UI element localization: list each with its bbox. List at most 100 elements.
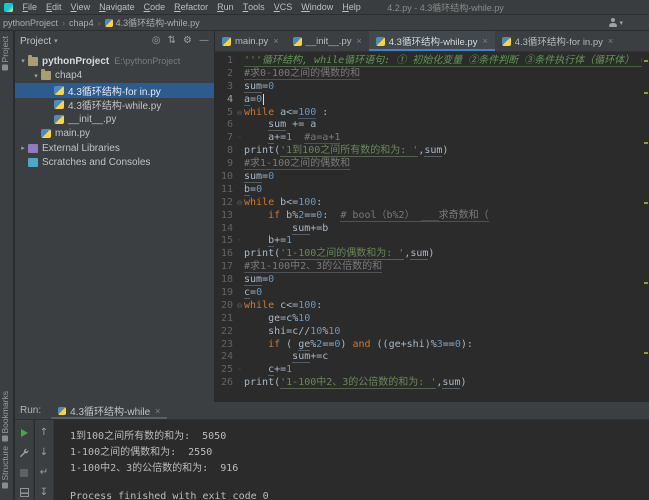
code-line-26[interactable]: 26print('1-100中2、3的公倍数的和为: ',sum) bbox=[215, 377, 649, 390]
menu-item-code[interactable]: Code bbox=[139, 0, 170, 14]
code-line-19[interactable]: 19c=0 bbox=[215, 287, 649, 300]
menu-item-help[interactable]: Help bbox=[338, 0, 366, 14]
chevron-down-icon[interactable]: ▾ bbox=[31, 72, 41, 80]
menu-item-run[interactable]: Run bbox=[213, 0, 239, 14]
code-line-2[interactable]: 2#求0-100之间的偶数的和 bbox=[215, 68, 649, 81]
tree-item-init-py[interactable]: __init__.py bbox=[15, 112, 214, 127]
tree-item-external-libraries[interactable]: ▸External Libraries bbox=[15, 141, 214, 156]
fold-marker[interactable]: ◦ bbox=[235, 132, 244, 145]
restore-layout-icon[interactable] bbox=[18, 487, 30, 498]
menu-item-vcs[interactable]: VCS bbox=[269, 0, 297, 14]
line-number[interactable]: 7 bbox=[215, 132, 235, 145]
menu-item-refactor[interactable]: Refactor bbox=[170, 0, 213, 14]
breadcrumb-item-chap4[interactable]: chap4 bbox=[69, 18, 94, 28]
rerun-icon[interactable] bbox=[18, 427, 30, 438]
chevron-down-icon[interactable]: ▾ bbox=[18, 57, 28, 65]
settings-icon[interactable]: ⚙ bbox=[183, 36, 192, 46]
code-line-8[interactable]: 8print('1到100之间所有数的和为: ',sum) bbox=[215, 145, 649, 158]
code-line-22[interactable]: 22 shi=c//10%10 bbox=[215, 326, 649, 339]
line-number[interactable]: 16 bbox=[215, 248, 235, 261]
run-tab[interactable]: 4.3循环结构-while × bbox=[51, 402, 167, 419]
run-console-output[interactable]: 1到100之间所有数的和为: 50501-100之间的偶数和为: 25501-1… bbox=[55, 420, 649, 500]
fold-marker[interactable]: ⊖ bbox=[235, 300, 244, 313]
line-number[interactable]: 5 bbox=[215, 107, 235, 120]
collapse-all-icon[interactable]: ⇅ bbox=[168, 36, 176, 46]
close-tab-icon[interactable]: × bbox=[356, 36, 361, 46]
code-line-14[interactable]: 14 sum+=b bbox=[215, 223, 649, 236]
menu-item-file[interactable]: File bbox=[18, 0, 42, 14]
locate-file-icon[interactable]: ◎ bbox=[152, 36, 161, 46]
user-account-button[interactable]: ▾ bbox=[608, 18, 623, 27]
code-line-13[interactable]: 13 if b%2==0: # bool（b%2） ___求奇数和（ bbox=[215, 210, 649, 223]
line-number[interactable]: 1 bbox=[215, 55, 235, 68]
line-number[interactable]: 6 bbox=[215, 119, 235, 132]
line-number[interactable]: 11 bbox=[215, 184, 235, 197]
tree-item-main-py[interactable]: main.py bbox=[15, 127, 214, 142]
tree-item-chap4[interactable]: ▾chap4 bbox=[15, 69, 214, 84]
code-line-21[interactable]: 21 ge=c%10 bbox=[215, 313, 649, 326]
line-number[interactable]: 23 bbox=[215, 339, 235, 352]
code-area[interactable]: 1'''循环结构, while循环语句: ① 初始化变量 ②条件判断 ③条件执行… bbox=[215, 52, 649, 402]
code-line-15[interactable]: 15◦ b+=1 bbox=[215, 235, 649, 248]
code-line-4[interactable]: 4a=0 bbox=[215, 94, 649, 107]
tab-4-3-for-in-py[interactable]: 4.3循环结构-for in.py× bbox=[495, 31, 620, 51]
next-occurrence-icon[interactable]: ↓ bbox=[38, 447, 50, 458]
soft-wrap-icon[interactable]: ↵ bbox=[38, 467, 50, 478]
code-line-24[interactable]: 24 sum+=c bbox=[215, 351, 649, 364]
project-panel-title[interactable]: Project bbox=[20, 36, 51, 47]
code-line-25[interactable]: 25◦ c+=1 bbox=[215, 364, 649, 377]
line-number[interactable]: 3 bbox=[215, 81, 235, 94]
fold-marker[interactable]: ⊖ bbox=[235, 107, 244, 120]
code-line-20[interactable]: 20⊖while c<=100: bbox=[215, 300, 649, 313]
line-number[interactable]: 4 bbox=[215, 94, 235, 107]
tab-4-3-while-py[interactable]: 4.3循环结构-while.py× bbox=[369, 31, 495, 51]
line-number[interactable]: 20 bbox=[215, 300, 235, 313]
close-tab-icon[interactable]: × bbox=[608, 36, 613, 46]
code-line-9[interactable]: 9#求1-100之间的偶数和 bbox=[215, 158, 649, 171]
line-number[interactable]: 9 bbox=[215, 158, 235, 171]
line-number[interactable]: 17 bbox=[215, 261, 235, 274]
line-number[interactable]: 12 bbox=[215, 197, 235, 210]
line-number[interactable]: 14 bbox=[215, 223, 235, 236]
fold-marker[interactable]: ⊖ bbox=[235, 197, 244, 210]
code-line-1[interactable]: 1'''循环结构, while循环语句: ① 初始化变量 ②条件判断 ③条件执行… bbox=[215, 55, 649, 68]
line-number[interactable]: 24 bbox=[215, 351, 235, 364]
breadcrumb-item-4-3-while-py[interactable]: 4.3循环结构-while.py bbox=[105, 16, 200, 29]
fold-marker[interactable]: ◦ bbox=[235, 364, 244, 377]
code-line-5[interactable]: 5⊖while a<=100 : bbox=[215, 107, 649, 120]
close-tab-icon[interactable]: × bbox=[482, 36, 487, 46]
chevron-down-icon[interactable]: ▾ bbox=[54, 37, 58, 45]
menu-item-edit[interactable]: Edit bbox=[42, 0, 67, 14]
edit-configuration-wrench-icon[interactable] bbox=[18, 447, 30, 458]
line-number[interactable]: 18 bbox=[215, 274, 235, 287]
line-number[interactable]: 26 bbox=[215, 377, 235, 390]
scroll-to-end-icon[interactable]: ↧ bbox=[38, 487, 50, 498]
line-number[interactable]: 22 bbox=[215, 326, 235, 339]
menu-item-tools[interactable]: Tools bbox=[238, 0, 269, 14]
line-number[interactable]: 8 bbox=[215, 145, 235, 158]
code-line-3[interactable]: 3sum=0 bbox=[215, 81, 649, 94]
tool-window-button-project[interactable]: Project bbox=[0, 36, 14, 72]
code-line-17[interactable]: 17#求1-100中2、3的公倍数的和 bbox=[215, 261, 649, 274]
code-line-16[interactable]: 16print('1-100之间的偶数和为: ',sum) bbox=[215, 248, 649, 261]
tree-item-4-3-for-in-py[interactable]: 4.3循环结构-for in.py bbox=[15, 83, 214, 98]
line-number[interactable]: 10 bbox=[215, 171, 235, 184]
error-stripe[interactable] bbox=[642, 52, 649, 402]
tab-main-py[interactable]: main.py× bbox=[215, 31, 286, 51]
line-number[interactable]: 13 bbox=[215, 210, 235, 223]
menu-item-window[interactable]: Window bbox=[297, 0, 338, 14]
fold-marker[interactable]: ◦ bbox=[235, 235, 244, 248]
close-tab-icon[interactable]: × bbox=[273, 36, 278, 46]
close-tab-icon[interactable]: × bbox=[155, 406, 160, 416]
line-number[interactable]: 21 bbox=[215, 313, 235, 326]
tab-init-py[interactable]: __init__.py× bbox=[286, 31, 369, 51]
tree-item-4-3-while-py[interactable]: 4.3循环结构-while.py bbox=[15, 98, 214, 113]
hide-panel-icon[interactable]: — bbox=[199, 36, 209, 46]
code-line-11[interactable]: 11b=0 bbox=[215, 184, 649, 197]
code-line-23[interactable]: 23 if ( ge%2==0) and ((ge+shi)%3==0): bbox=[215, 339, 649, 352]
line-number[interactable]: 25 bbox=[215, 364, 235, 377]
stop-icon[interactable] bbox=[18, 467, 30, 478]
code-line-12[interactable]: 12⊖while b<=100: bbox=[215, 197, 649, 210]
prev-occurrence-icon[interactable]: ↑ bbox=[38, 427, 50, 438]
line-number[interactable]: 2 bbox=[215, 68, 235, 81]
